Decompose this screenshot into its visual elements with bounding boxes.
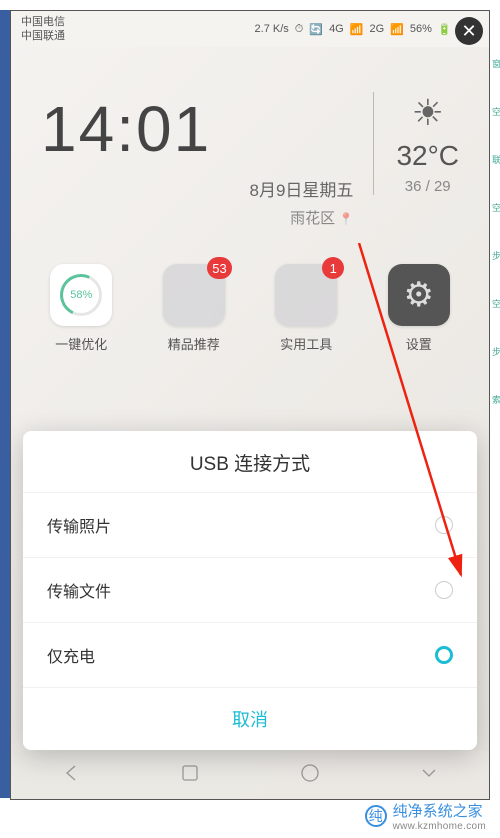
app-label: 精品推荐 [168, 334, 220, 353]
watermark-icon: 纯 [365, 805, 387, 827]
phone-screenshot: ✕ 中国电信 中国联通 2.7 K/s ⏱ 🔄 4G 📶 2G 📶 56% 🔋 … [10, 10, 490, 800]
opt-label: 仅充电 [47, 643, 95, 667]
battery-pct: 56% [410, 23, 432, 35]
sync-icon: 🔄 [309, 23, 323, 36]
signal-2g: 2G [369, 23, 384, 35]
close-icon[interactable]: ✕ [455, 17, 483, 45]
app-label: 一键优化 [55, 334, 107, 353]
app-folder-tools[interactable]: 1 实用工具 [262, 264, 350, 353]
watermark-url: www.kzmhome.com [393, 821, 486, 832]
clock-weather-widget[interactable]: 14:01 8月9日星期五 雨花区 ☀ 32°C 36 / 29 [11, 47, 489, 238]
app-label: 实用工具 [280, 334, 332, 353]
status-bar: 中国电信 中国联通 2.7 K/s ⏱ 🔄 4G 📶 2G 📶 56% 🔋 14… [11, 11, 489, 47]
battery-icon: 🔋 [438, 23, 452, 36]
usb-dialog: USB 连接方式 传输照片 传输文件 仅充电 取消 [23, 431, 477, 750]
clock-time: 14:01 [41, 92, 373, 166]
app-row: 58% 一键优化 53 精品推荐 1 实用工具 ⚙ 设置 [11, 238, 489, 365]
nav-home[interactable] [179, 762, 201, 789]
opt-label: 传输文件 [47, 578, 111, 602]
radio-icon [435, 581, 453, 599]
weather-range: 36 / 29 [396, 178, 459, 195]
cancel-button[interactable]: 取消 [23, 687, 477, 750]
watermark: 纯 纯净系统之家 www.kzmhome.com [365, 800, 486, 832]
watermark-text: 纯净系统之家 [393, 800, 486, 821]
signal-4g: 4G [329, 23, 344, 35]
weather-temp: 32°C [396, 140, 459, 172]
nav-hide[interactable] [418, 762, 440, 789]
net-speed: 2.7 K/s [255, 23, 289, 35]
nav-back[interactable] [60, 762, 82, 789]
weather-icon: ☀ [396, 92, 459, 134]
nav-recent[interactable] [299, 762, 321, 789]
opt-transfer-files[interactable]: 传输文件 [23, 557, 477, 622]
signal-icon-2: 📶 [390, 23, 404, 36]
dialog-title: USB 连接方式 [23, 431, 477, 492]
carrier-1: 中国电信 [21, 15, 65, 29]
gear-icon: ⚙ [388, 264, 450, 326]
app-folder-featured[interactable]: 53 精品推荐 [150, 264, 238, 353]
app-boost[interactable]: 58% 一键优化 [37, 264, 125, 353]
carrier-2: 中国联通 [21, 29, 65, 43]
alarm-icon: ⏱ [295, 23, 304, 36]
boost-percent: 58% [60, 274, 102, 316]
app-settings[interactable]: ⚙ 设置 [375, 264, 463, 353]
radio-icon-selected [435, 646, 453, 664]
nav-bar [11, 751, 489, 799]
app-label: 设置 [406, 334, 432, 353]
opt-transfer-photos[interactable]: 传输照片 [23, 492, 477, 557]
radio-icon [435, 516, 453, 534]
opt-label: 传输照片 [47, 513, 111, 537]
clock-date: 8月9日星期五 [41, 176, 373, 201]
signal-icon-1: 📶 [350, 23, 364, 36]
clock-location: 雨花区 [41, 207, 373, 228]
badge: 1 [322, 257, 344, 279]
badge: 53 [207, 257, 231, 279]
opt-charge-only[interactable]: 仅充电 [23, 622, 477, 687]
